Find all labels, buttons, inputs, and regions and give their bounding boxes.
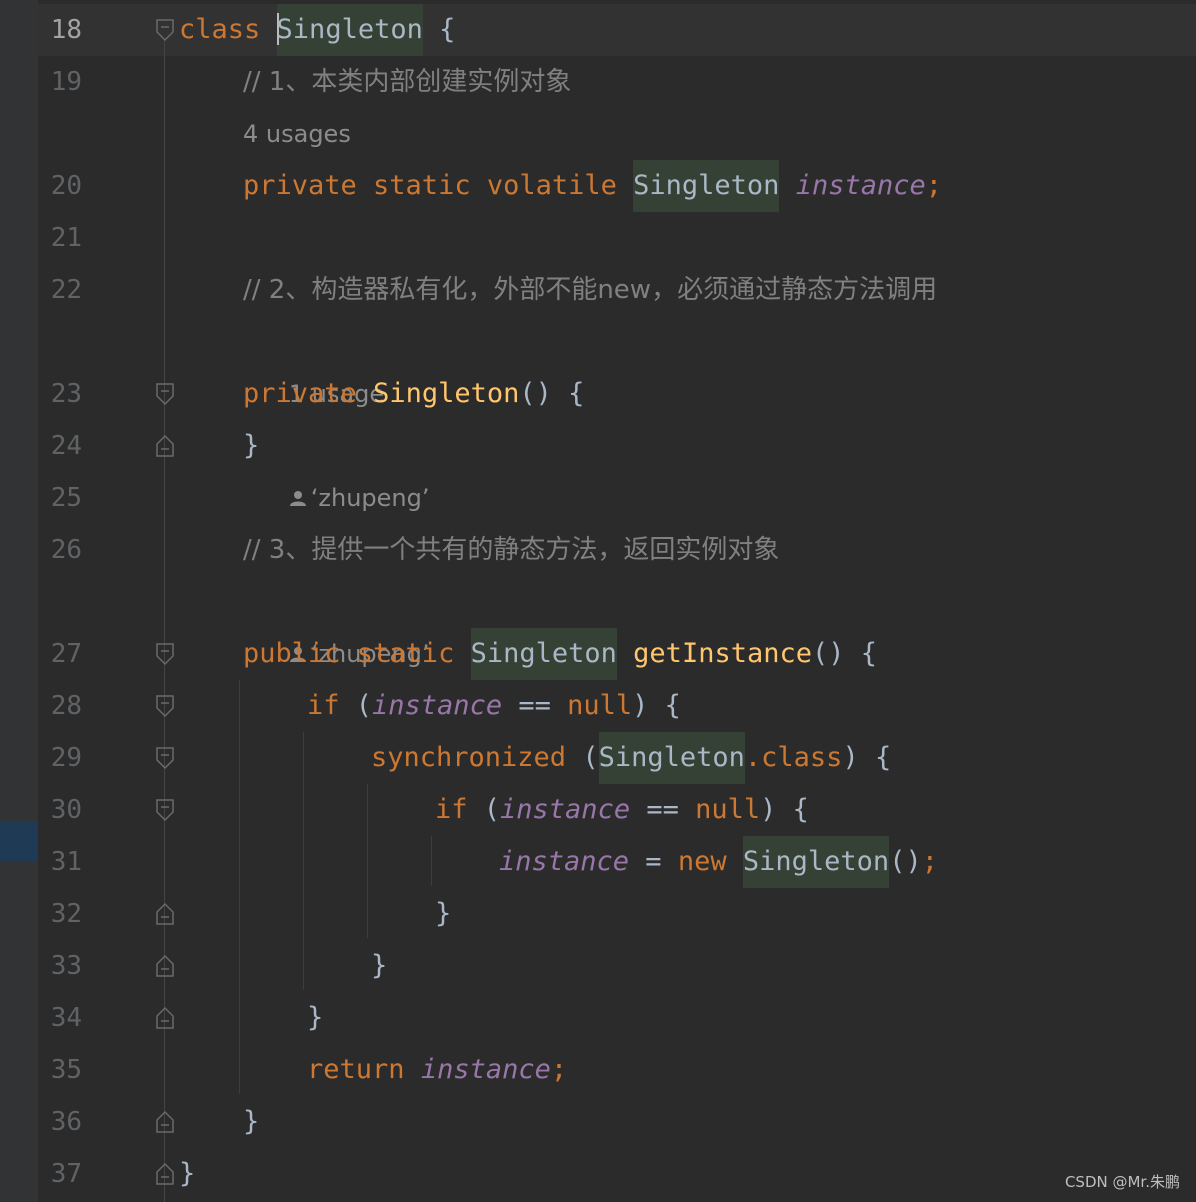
- code-line-26[interactable]: 26 // 3、提供一个共有的静态方法，返回实例对象: [0, 524, 1196, 576]
- code-line-33[interactable]: 33 }: [0, 940, 1196, 992]
- code-line-20[interactable]: 20 private static volatile Singleton ins…: [0, 160, 1196, 212]
- inlay-hint-usages[interactable]: 4 usages: [0, 108, 1196, 160]
- code-text: private Singleton() {: [243, 378, 585, 409]
- line-number: 23: [50, 379, 82, 409]
- code-line-29[interactable]: 29 synchronized (Singleton.class) {: [0, 732, 1196, 784]
- code-line-36[interactable]: 36 }: [0, 1096, 1196, 1148]
- code-text: return instance;: [307, 1054, 568, 1085]
- code-line-28[interactable]: 28 if (instance == null) {: [0, 680, 1196, 732]
- fold-open-icon[interactable]: [155, 642, 175, 666]
- comment: // 1、本类内部创建实例对象: [243, 67, 572, 97]
- fold-open-icon[interactable]: [155, 694, 175, 718]
- line-number: 22: [50, 275, 82, 305]
- code-text: }: [435, 898, 452, 929]
- line-number: 27: [50, 639, 82, 669]
- code-text: if (instance == null) {: [435, 794, 809, 825]
- code-text: }: [371, 950, 388, 981]
- fold-close-icon[interactable]: [155, 1006, 175, 1030]
- fold-close-icon[interactable]: [155, 902, 175, 926]
- line-number: 30: [50, 795, 82, 825]
- inlay-hint-usages[interactable]: 1 usage ‘zhupeng’: [0, 316, 1196, 512]
- comment: // 3、提供一个共有的静态方法，返回实例对象: [243, 535, 780, 565]
- code-text: }: [179, 1158, 196, 1189]
- line-number: 32: [50, 899, 82, 929]
- usages-hint[interactable]: 4 usages: [243, 108, 351, 160]
- code-line-19[interactable]: 19 // 1、本类内部创建实例对象: [0, 56, 1196, 108]
- text-caret: [276, 12, 279, 45]
- code-line-30[interactable]: 30 if (instance == null) {: [0, 784, 1196, 836]
- code-line-37[interactable]: 37 }: [0, 1148, 1196, 1200]
- code-text: if (instance == null) {: [307, 690, 681, 721]
- code-text: class Singleton {: [179, 4, 455, 56]
- code-text: }: [243, 1106, 260, 1137]
- code-line-22[interactable]: 22 // 2、构造器私有化，外部不能new，必须通过静态方法调用: [0, 264, 1196, 316]
- code-line-34[interactable]: 34 }: [0, 992, 1196, 1044]
- code-line-23[interactable]: 23 private Singleton() {: [0, 368, 1196, 420]
- fold-open-icon[interactable]: [155, 382, 175, 406]
- fold-open-icon[interactable]: [155, 18, 175, 42]
- line-number: 34: [50, 1003, 82, 1033]
- code-line-35[interactable]: 35 return instance;: [0, 1044, 1196, 1096]
- line-number: 20: [50, 171, 82, 201]
- line-number: 28: [50, 691, 82, 721]
- code-text: }: [243, 430, 260, 461]
- code-text: }: [307, 1002, 324, 1033]
- line-number: 26: [50, 535, 82, 565]
- code-line-25[interactable]: 25: [0, 472, 1196, 524]
- line-number: 19: [50, 67, 82, 97]
- code-text: public static Singleton getInstance() {: [243, 628, 877, 680]
- line-number: 29: [50, 743, 82, 773]
- line-number: 36: [50, 1107, 82, 1137]
- fold-close-icon[interactable]: [155, 954, 175, 978]
- fold-open-icon[interactable]: [155, 798, 175, 822]
- code-line-24[interactable]: 24 }: [0, 420, 1196, 472]
- code-editor[interactable]: 18 class Singleton { 19 // 1、本类内部创建实例对象 …: [0, 0, 1196, 1202]
- line-number: 21: [50, 223, 82, 253]
- comment: // 2、构造器私有化，外部不能new，必须通过静态方法调用: [243, 275, 938, 305]
- code-line-31[interactable]: 31 instance = new Singleton();: [0, 836, 1196, 888]
- fold-close-icon[interactable]: [155, 434, 175, 458]
- line-number: 37: [50, 1159, 82, 1189]
- code-line-18[interactable]: 18 class Singleton {: [0, 4, 1196, 56]
- fold-close-icon[interactable]: [155, 1162, 175, 1186]
- line-number: 35: [50, 1055, 82, 1085]
- fold-close-icon[interactable]: [155, 1110, 175, 1134]
- line-number: 33: [50, 951, 82, 981]
- code-line-27[interactable]: 27 public static Singleton getInstance()…: [0, 628, 1196, 680]
- line-number: 18: [50, 15, 82, 45]
- line-number: 24: [50, 431, 82, 461]
- watermark: CSDN @Mr.朱鹏: [1064, 1173, 1180, 1191]
- code-text: private static volatile Singleton instan…: [243, 160, 942, 212]
- line-number: 25: [50, 483, 82, 513]
- line-number: 31: [50, 847, 82, 877]
- code-text: instance = new Singleton();: [499, 836, 938, 888]
- code-text: synchronized (Singleton.class) {: [371, 732, 891, 784]
- code-line-32[interactable]: 32 }: [0, 888, 1196, 940]
- fold-open-icon[interactable]: [155, 746, 175, 770]
- code-line-21[interactable]: 21: [0, 212, 1196, 264]
- inlay-hint-author[interactable]: ‘zhupeng’: [0, 576, 1196, 668]
